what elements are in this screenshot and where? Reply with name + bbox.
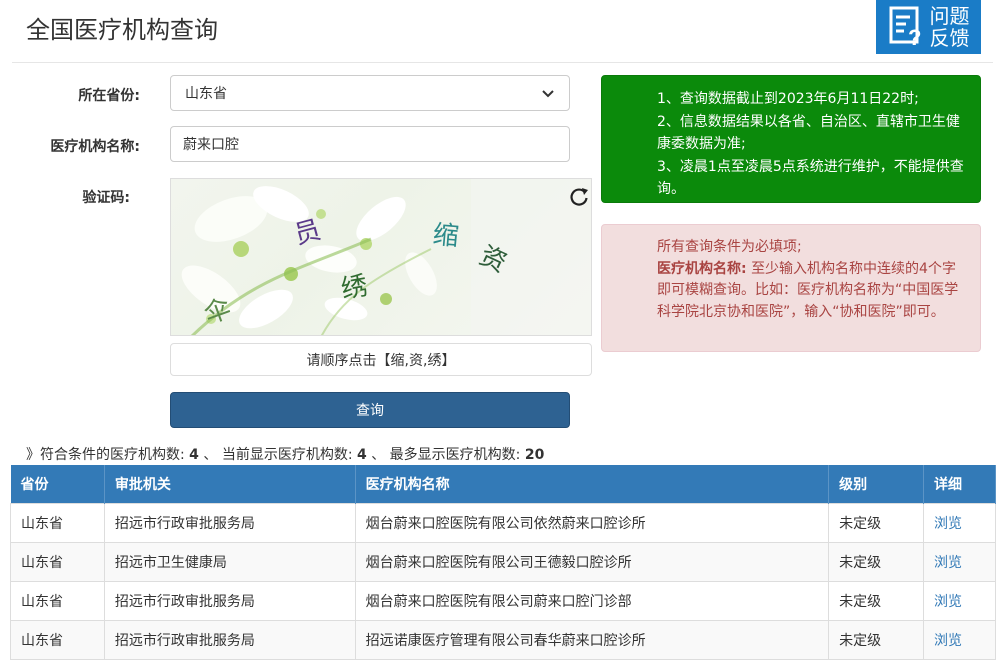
cell-authority: 招远市卫生健康局 xyxy=(103,541,356,582)
column-header-authority: 审批机关 xyxy=(104,465,356,503)
match-count: 4 xyxy=(189,447,199,463)
notice-red: 所有查询条件为必填项; 医疗机构名称: 至少输入机构名称中连续的4个字即可模糊查… xyxy=(601,224,981,352)
cell-province: 山东省 xyxy=(10,580,105,621)
summary-sep2: 、 最多显示医疗机构数: xyxy=(371,447,521,463)
column-header-institution: 医疗机构名称 xyxy=(355,465,830,503)
notice-line: 1、查询数据截止到2023年6月11日22时; xyxy=(657,91,919,107)
view-link[interactable]: 浏览 xyxy=(934,594,962,610)
result-summary: 》符合条件的医疗机构数: 4 、 当前显示医疗机构数: 4 、 最多显示医疗机构… xyxy=(26,444,544,464)
view-link[interactable]: 浏览 xyxy=(934,555,962,571)
page-title: 全国医疗机构查询 xyxy=(26,16,218,44)
cell-province: 山东省 xyxy=(10,502,105,543)
svg-text:?: ? xyxy=(908,25,921,49)
view-link[interactable]: 浏览 xyxy=(934,633,962,649)
notice-line: 3、凌晨1点至凌晨5点系统进行维护，不能提供查询。 xyxy=(657,158,964,198)
summary-prefix: 》符合条件的医疗机构数: xyxy=(26,447,185,463)
notice-line: 2、信息数据结果以各省、自治区、直辖市卫生健康委数据为准; xyxy=(657,113,960,153)
cell-level: 未定级 xyxy=(828,619,925,660)
cell-institution: 烟台蔚来口腔医院有限公司依然蔚来口腔诊所 xyxy=(354,502,830,543)
institution-name-input[interactable] xyxy=(170,126,570,162)
captcha-background-flowers xyxy=(181,179,591,335)
cell-detail: 浏览 xyxy=(923,580,996,621)
cell-detail: 浏览 xyxy=(923,502,996,543)
feedback-button[interactable]: ? 问题 反馈 xyxy=(876,0,981,54)
cell-detail: 浏览 xyxy=(923,619,996,660)
province-selected-value: 山东省 xyxy=(185,86,227,102)
cell-province: 山东省 xyxy=(10,541,105,582)
captcha-char[interactable]: 缩 xyxy=(431,214,461,253)
shown-count: 4 xyxy=(357,447,367,463)
cell-institution: 招远诺康医疗管理有限公司春华蔚来口腔诊所 xyxy=(354,619,830,660)
results-table: 省份 审批机关 医疗机构名称 级别 详细 山东省 招远市行政审批服务局 烟台蔚来… xyxy=(10,465,996,660)
table-row: 山东省 招远市行政审批服务局 烟台蔚来口腔医院有限公司蔚来口腔门诊部 未定级 浏… xyxy=(10,580,996,621)
notice-red-bold: 医疗机构名称: xyxy=(657,260,747,277)
table-header-row: 省份 审批机关 医疗机构名称 级别 详细 xyxy=(10,465,996,503)
cell-province: 山东省 xyxy=(10,619,105,660)
cell-authority: 招远市行政审批服务局 xyxy=(103,619,356,660)
table-row: 山东省 招远市行政审批服务局 招远诺康医疗管理有限公司春华蔚来口腔诊所 未定级 … xyxy=(10,619,996,660)
cell-institution: 烟台蔚来口腔医院有限公司蔚来口腔门诊部 xyxy=(354,580,830,621)
header-divider xyxy=(12,62,993,63)
institution-name-label: 医疗机构名称: xyxy=(50,139,140,155)
captcha-hint: 请顺序点击【缩,资,绣】 xyxy=(170,343,592,376)
table-row: 山东省 招远市卫生健康局 烟台蔚来口腔医院有限公司王德毅口腔诊所 未定级 浏览 xyxy=(10,541,996,582)
table-row: 山东省 招远市行政审批服务局 烟台蔚来口腔医院有限公司依然蔚来口腔诊所 未定级 … xyxy=(10,502,996,543)
captcha-image[interactable]: 员 缩 资 绣 伞 xyxy=(170,178,592,336)
cell-authority: 招远市行政审批服务局 xyxy=(103,502,356,543)
feedback-label-line2: 反馈 xyxy=(929,26,970,50)
cell-level: 未定级 xyxy=(828,580,925,621)
cell-level: 未定级 xyxy=(828,541,925,582)
max-count: 20 xyxy=(524,447,545,463)
notice-red-intro: 所有查询条件为必填项; xyxy=(657,239,802,255)
cell-level: 未定级 xyxy=(828,502,925,543)
chevron-down-icon xyxy=(542,90,554,98)
cell-institution: 烟台蔚来口腔医院有限公司王德毅口腔诊所 xyxy=(354,541,830,582)
cell-authority: 招远市行政审批服务局 xyxy=(103,580,356,621)
summary-sep1: 、 当前显示医疗机构数: xyxy=(203,447,353,463)
province-label: 所在省份: xyxy=(78,88,140,104)
province-select[interactable]: 山东省 xyxy=(170,75,570,111)
column-header-detail: 详细 xyxy=(923,465,996,503)
column-header-province: 省份 xyxy=(10,465,105,503)
captcha-label: 验证码: xyxy=(82,190,130,206)
notice-red-body: 医疗机构名称: 至少输入机构名称中连续的4个字即可模糊查询。比如：医疗机构名称为… xyxy=(657,259,966,324)
notice-green: 1、查询数据截止到2023年6月11日22时; 2、信息数据结果以各省、自治区、… xyxy=(601,75,981,203)
feedback-form-icon: ? xyxy=(889,6,921,49)
view-link[interactable]: 浏览 xyxy=(934,516,962,532)
feedback-label-line1: 问题 xyxy=(929,4,970,28)
search-button[interactable]: 查询 xyxy=(170,392,570,428)
cell-detail: 浏览 xyxy=(923,541,996,582)
column-header-level: 级别 xyxy=(828,465,925,503)
refresh-icon[interactable] xyxy=(568,186,590,208)
